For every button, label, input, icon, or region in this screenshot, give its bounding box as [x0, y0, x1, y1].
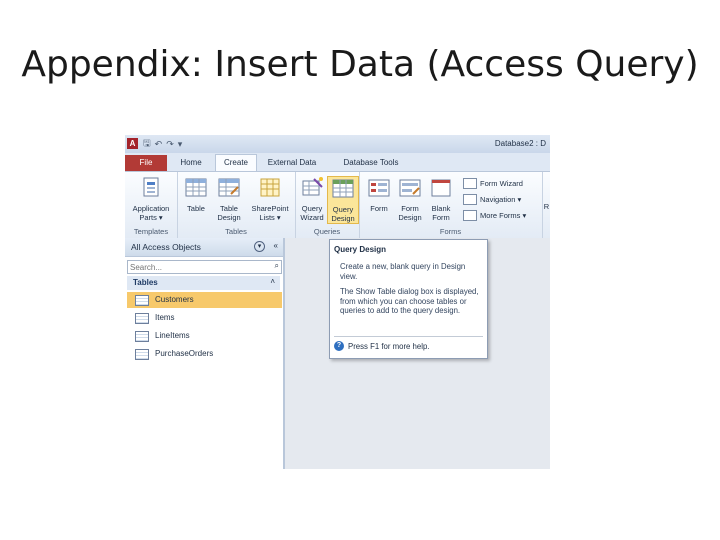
more-forms-label: More Forms ▾	[480, 211, 527, 220]
table-design-icon	[218, 178, 240, 197]
sharepoint-lists-button[interactable]: SharePoint Lists ▾	[247, 176, 293, 222]
group-reports-partial: R	[542, 172, 550, 238]
nav-item-label: Items	[155, 313, 175, 322]
tooltip-help-text: Press F1 for more help.	[348, 341, 430, 351]
search-box: ⌕	[127, 260, 282, 274]
ribbon: Application Parts ▾ Templates Table Tabl…	[125, 171, 550, 239]
more-forms-button[interactable]: More Forms ▾	[463, 210, 526, 221]
form-label: Form	[370, 204, 388, 213]
save-icon[interactable]: 🖫	[143, 136, 151, 152]
tab-create[interactable]: Create	[215, 154, 257, 172]
help-icon: ?	[334, 341, 344, 351]
search-input[interactable]	[130, 261, 260, 273]
slide-title: Appendix: Insert Data (Access Query)	[21, 44, 699, 85]
collapse-group-icon[interactable]: ˄	[270, 277, 275, 286]
customize-toolbar-icon[interactable]: ▾	[178, 139, 183, 150]
table-design-label: Table Design	[217, 204, 241, 222]
navigation-pane-header[interactable]: All Access Objects ▾ «	[125, 238, 283, 257]
group-queries-label: Queries	[313, 227, 341, 236]
tooltip-divider	[334, 336, 483, 337]
query-wizard-icon	[302, 177, 323, 196]
search-icon[interactable]: ⌕	[275, 261, 279, 271]
form-button[interactable]: Form	[365, 176, 393, 213]
access-logo-icon: A	[127, 138, 138, 149]
tab-home[interactable]: Home	[173, 155, 209, 171]
query-wizard-button[interactable]: Query Wizard	[297, 176, 327, 222]
access-screenshot: A 🖫 ↶ ↷ ▾ Database2 : D File Home Create…	[125, 135, 550, 469]
tooltip-body: Create a new, blank query in Design view…	[340, 262, 480, 322]
tables-group-label: Tables	[133, 278, 158, 287]
nav-item-purchaseorders[interactable]: PurchaseOrders	[127, 346, 282, 362]
form-wizard-icon	[463, 178, 477, 189]
navigation-icon	[463, 194, 477, 205]
tooltip-line-2: The Show Table dialog box is displayed, …	[340, 287, 479, 316]
sharepoint-lists-label: SharePoint Lists ▾	[251, 204, 289, 222]
window-title: Database2 : D	[494, 139, 546, 148]
table-icon	[135, 313, 149, 324]
table-design-button[interactable]: Table Design	[213, 176, 245, 222]
group-forms-label: Forms	[439, 227, 462, 236]
form-wizard-button[interactable]: Form Wizard	[463, 178, 523, 189]
query-design-button[interactable]: Query Design	[327, 176, 359, 224]
form-icon	[368, 179, 390, 197]
nav-item-label: PurchaseOrders	[155, 349, 214, 358]
group-templates-label: Templates	[133, 227, 169, 236]
table-button[interactable]: Table	[180, 176, 212, 213]
nav-item-customers[interactable]: Customers	[127, 292, 282, 308]
blank-form-icon	[431, 179, 451, 197]
application-parts-label: Application Parts ▾	[132, 204, 170, 222]
group-queries: Query Wizard Query Design Queries	[295, 172, 360, 238]
table-icon	[135, 331, 149, 342]
redo-icon[interactable]: ↷	[166, 139, 174, 150]
chevron-down-icon[interactable]: ▾	[254, 241, 265, 252]
group-tables-label: Tables	[225, 227, 247, 236]
tooltip-help: ? Press F1 for more help.	[334, 341, 429, 351]
nav-item-items[interactable]: Items	[127, 310, 282, 326]
sharepoint-lists-icon	[260, 178, 280, 197]
collapse-pane-icon[interactable]: «	[274, 241, 278, 250]
table-icon	[135, 349, 149, 360]
reports-cut-label[interactable]: R	[543, 202, 550, 211]
navigation-pane-title: All Access Objects	[131, 242, 201, 252]
application-parts-icon	[143, 177, 159, 197]
query-wizard-label: Query Wizard	[300, 204, 324, 222]
table-icon	[135, 295, 149, 306]
nav-item-label: LineItems	[155, 331, 190, 340]
query-design-label: Query Design	[331, 205, 355, 223]
form-design-label: Form Design	[398, 204, 422, 222]
form-wizard-label: Form Wizard	[480, 179, 523, 188]
navigation-button[interactable]: Navigation ▾	[463, 194, 521, 205]
ribbon-tabs: File Home Create External Data Database …	[125, 153, 550, 172]
table-label: Table	[187, 204, 205, 213]
tab-database-tools[interactable]: Database Tools	[335, 155, 407, 171]
table-icon	[185, 178, 207, 197]
query-design-tooltip: Query Design Create a new, blank query i…	[329, 239, 488, 359]
group-forms: Form Form Design Blank Form Form Wizard …	[359, 172, 543, 238]
navigation-pane: All Access Objects ▾ « ⌕ Tables ˄ Custom…	[125, 238, 285, 469]
nav-item-lineitems[interactable]: LineItems	[127, 328, 282, 344]
tab-external-data[interactable]: External Data	[263, 155, 321, 171]
tooltip-title: Query Design	[334, 245, 387, 254]
group-tables: Table Table Design SharePoint Lists ▾ Ta…	[177, 172, 296, 238]
title-bar: A 🖫 ↶ ↷ ▾ Database2 : D	[125, 135, 550, 153]
nav-item-label: Customers	[155, 295, 194, 304]
more-forms-icon	[463, 210, 477, 221]
tooltip-line-1: Create a new, blank query in Design view…	[340, 262, 466, 281]
form-design-button[interactable]: Form Design	[395, 176, 425, 222]
tab-file[interactable]: File	[125, 155, 167, 171]
navigation-label: Navigation ▾	[480, 195, 522, 204]
blank-form-label: Blank Form	[431, 204, 451, 222]
query-design-icon	[332, 179, 354, 198]
quick-access-toolbar: 🖫 ↶ ↷ ▾	[143, 138, 182, 150]
group-templates: Application Parts ▾ Templates	[125, 172, 178, 238]
form-design-icon	[399, 179, 421, 197]
application-parts-button[interactable]: Application Parts ▾	[127, 176, 175, 222]
tables-group-header[interactable]: Tables ˄	[127, 276, 280, 290]
blank-form-button[interactable]: Blank Form	[427, 176, 455, 222]
undo-icon[interactable]: ↶	[155, 139, 163, 150]
